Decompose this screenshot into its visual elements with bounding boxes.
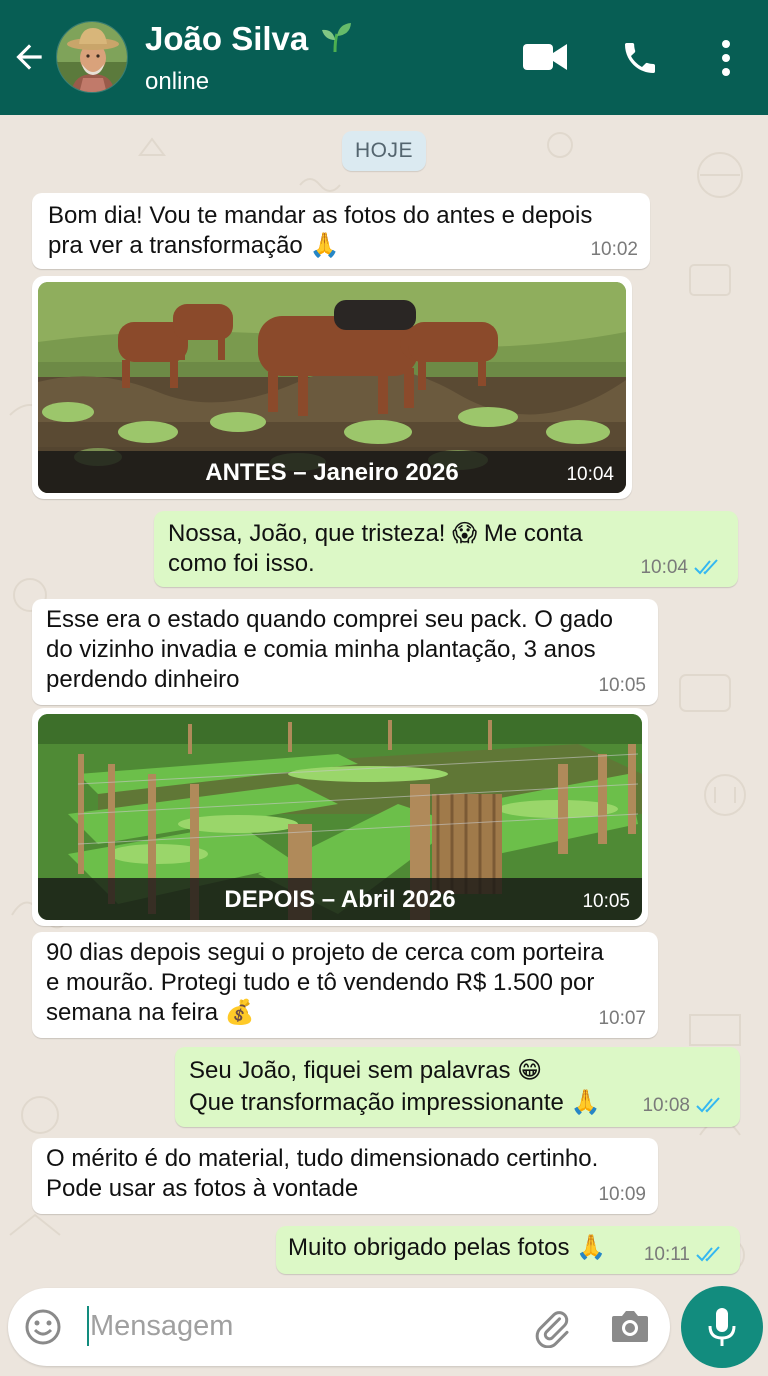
message-time: 10:05: [582, 891, 630, 912]
message-time: 10:09: [598, 1184, 646, 1205]
message-time: 10:07: [598, 1008, 646, 1029]
mic-button[interactable]: [681, 1286, 763, 1368]
camera-icon[interactable]: [610, 1308, 650, 1344]
video-camera-icon[interactable]: [522, 40, 568, 74]
message-text: Nossa, João, que tristeza! 😱 Me conta co…: [168, 520, 583, 577]
chat-header: João Silva online: [0, 0, 768, 115]
message-text: Esse era o estado quando comprei seu pac…: [46, 606, 614, 693]
message-time: 10:02: [590, 239, 638, 260]
paperclip-icon[interactable]: [532, 1308, 572, 1348]
image-message-after[interactable]: DEPOIS – Abril 2026 10:05: [32, 708, 648, 926]
microphone-icon: [708, 1308, 736, 1346]
message-time: 10:04: [566, 464, 614, 485]
message-time: 10:11: [643, 1244, 690, 1265]
read-receipt-icon: [696, 1246, 720, 1262]
emoji-icon[interactable]: [24, 1308, 62, 1346]
message-bubble-outgoing[interactable]: Nossa, João, que tristeza! 😱 Me conta co…: [154, 511, 738, 587]
message-text: O mérito é do material, tudo dimensionad…: [46, 1145, 599, 1202]
message-text: Muito obrigado pelas fotos 🙏: [288, 1234, 607, 1261]
message-bubble-incoming[interactable]: Bom dia! Vou te mandar as fotos do antes…: [32, 193, 650, 269]
message-bubble-incoming[interactable]: O mérito é do material, tudo dimensionad…: [32, 1138, 658, 1214]
image-caption: ANTES – Janeiro 2026: [205, 459, 459, 486]
message-bubble-outgoing[interactable]: Muito obrigado pelas fotos 🙏 10:11: [276, 1226, 740, 1274]
image-caption: DEPOIS – Abril 2026: [224, 886, 456, 913]
contact-name[interactable]: João Silva: [145, 20, 353, 58]
read-receipt-icon: [696, 1097, 720, 1113]
avatar[interactable]: [56, 21, 128, 93]
image-message-before[interactable]: ANTES – Janeiro 2026 10:04: [32, 276, 632, 499]
message-bubble-incoming[interactable]: Esse era o estado quando comprei seu pac…: [32, 599, 658, 705]
phone-icon[interactable]: [620, 38, 660, 78]
message-input[interactable]: Mensagem: [90, 1310, 233, 1343]
arrow-left-icon[interactable]: [10, 38, 48, 76]
message-text: Seu João, fiquei sem palavras 😁 Que tran…: [189, 1057, 601, 1116]
contact-status: online: [145, 68, 210, 95]
message-composer[interactable]: Mensagem: [8, 1288, 670, 1366]
more-vertical-icon[interactable]: [714, 38, 738, 78]
date-chip: HOJE: [342, 131, 426, 171]
message-time: 10:04: [640, 557, 688, 578]
message-time: 10:05: [598, 675, 646, 696]
read-receipt-icon: [694, 559, 718, 575]
message-bubble-incoming[interactable]: 90 dias depois segui o projeto de cerca …: [32, 932, 658, 1038]
message-bubble-outgoing[interactable]: Seu João, fiquei sem palavras 😁 Que tran…: [175, 1047, 740, 1127]
message-text: Bom dia! Vou te mandar as fotos do antes…: [48, 202, 593, 259]
message-text: 90 dias depois segui o projeto de cerca …: [46, 939, 604, 1026]
message-time: 10:08: [642, 1095, 690, 1116]
text-cursor: [87, 1306, 89, 1346]
chat-area[interactable]: HOJE Bom dia! Vou te mandar as fotos do …: [0, 115, 768, 1281]
sprout-icon: [322, 23, 352, 53]
